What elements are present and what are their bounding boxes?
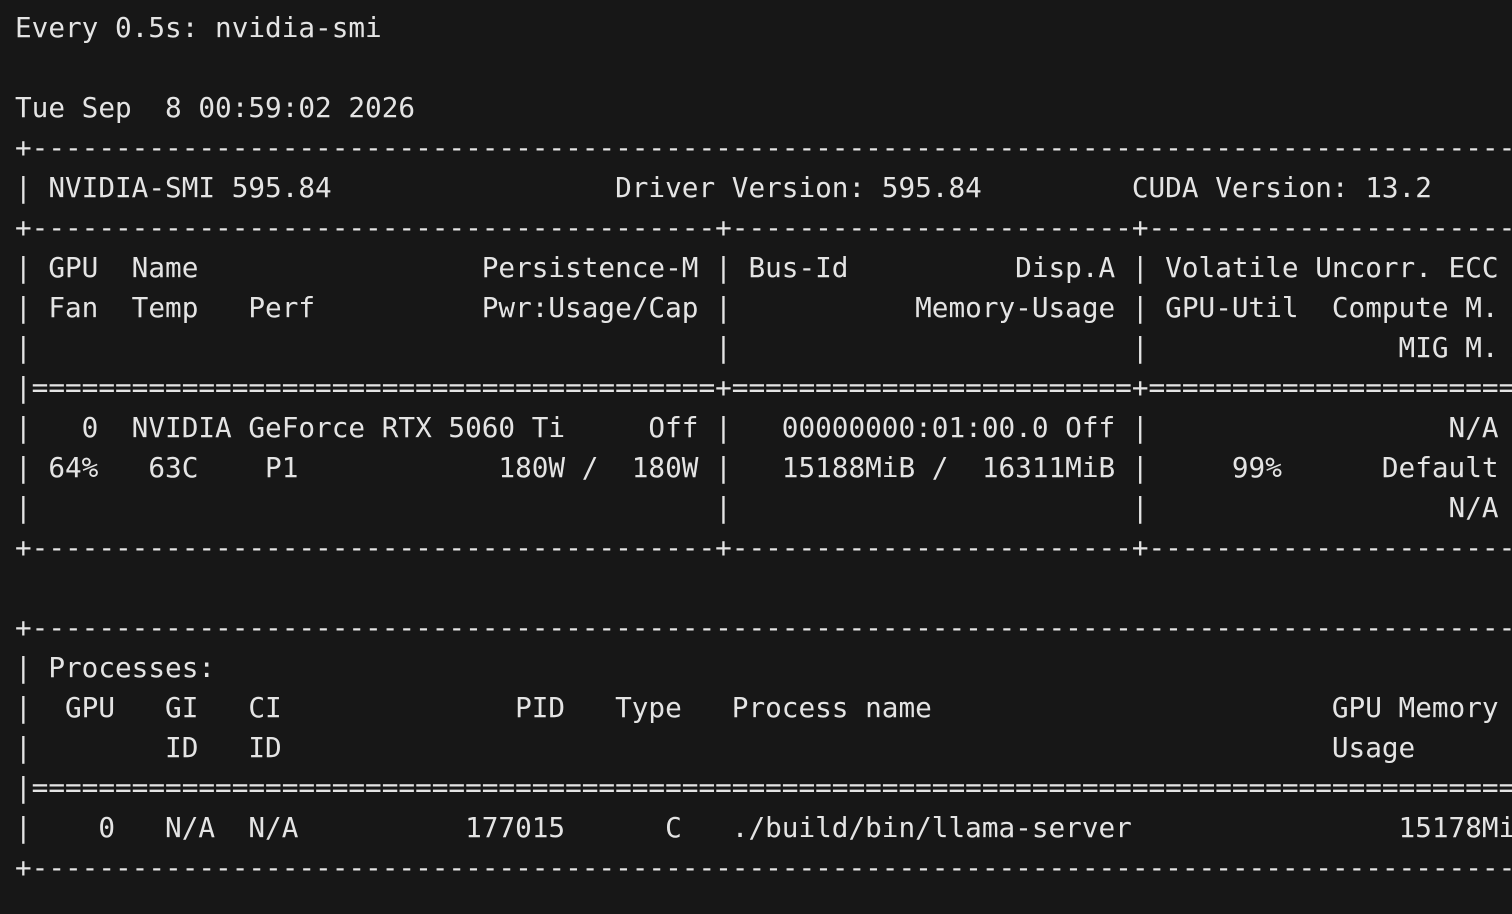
table-top-border: +---------------------------------------… — [15, 131, 1512, 164]
gpu-header-row: | | | MIG M. | — [15, 331, 1512, 364]
table-bottom-border: +---------------------------------------… — [15, 531, 1512, 564]
process-row: | 0 N/A N/A 177015 C ./build/bin/llama-s… — [15, 811, 1512, 844]
version-row: | NVIDIA-SMI 595.84 Driver Version: 595.… — [15, 171, 1512, 204]
processes-title: | Processes: | — [15, 651, 1512, 684]
terminal-window[interactable]: Every 0.5s: nvidia-smi Tue Sep 8 00:59:0… — [0, 0, 1512, 914]
gpu-header-row: | GPU Name Persistence-M | Bus-Id Disp.A… — [15, 251, 1512, 284]
processes-top-border: +---------------------------------------… — [15, 611, 1512, 644]
timestamp: Tue Sep 8 00:59:02 2026 — [15, 91, 416, 124]
processes-header-row: | GPU GI CI PID Type Process name GPU Me… — [15, 691, 1512, 724]
gpu-row: | 64% 63C P1 180W / 180W | 15188MiB / 16… — [15, 451, 1512, 484]
table-divider: |=======================================… — [15, 371, 1512, 404]
gpu-header-row: | Fan Temp Perf Pwr:Usage/Cap | Memory-U… — [15, 291, 1512, 324]
processes-header-row: | ID ID Usage | — [15, 731, 1512, 764]
table-divider: +---------------------------------------… — [15, 211, 1512, 244]
watch-header: Every 0.5s: nvidia-smi — [15, 11, 382, 44]
processes-bottom-border: +---------------------------------------… — [15, 851, 1512, 884]
gpu-row: | | | N/A | — [15, 491, 1512, 524]
gpu-row: | 0 NVIDIA GeForce RTX 5060 Ti Off | 000… — [15, 411, 1512, 444]
table-divider: |=======================================… — [15, 771, 1512, 804]
